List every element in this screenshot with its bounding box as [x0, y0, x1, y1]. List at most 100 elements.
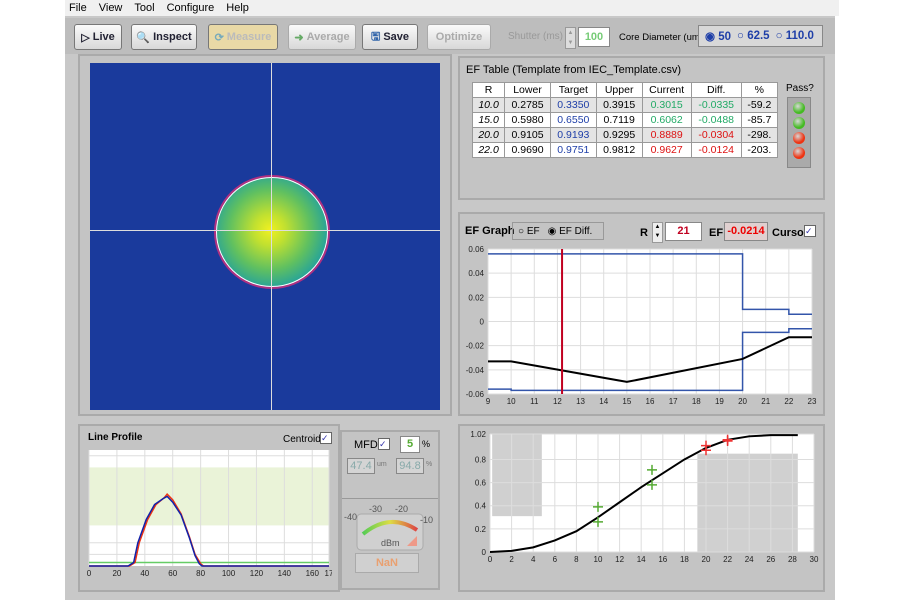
power-gauge: -40 -30 -20 -10 dBm — [344, 504, 433, 551]
save-icon: 🖫 — [370, 30, 381, 43]
y-tick-label: 0.02 — [468, 293, 484, 302]
ef-curve-chart[interactable]: 0 2 4 6 8 10 12 14 16 18 20 22 24 26 28 3000.20.40.60.8… — [462, 428, 820, 578]
x-tick-label: 2 — [509, 555, 514, 564]
gauge-tick: -10 — [420, 515, 433, 525]
x-tick-label: 6 — [553, 555, 558, 564]
gauge-tick: -30 — [369, 504, 382, 514]
table-cell: 0.3915 — [595, 97, 643, 113]
y-tick-label: 0.8 — [475, 455, 487, 464]
x-tick-label: 40 — [140, 569, 149, 578]
ef-diff-chart[interactable]: 9 10 11 12 13 14 15 16 17 18 19 20 21 22 23 -0.06 -0.04 -… — [462, 245, 822, 415]
inspect-button[interactable]: 🔍 Inspect — [131, 24, 197, 50]
x-tick-label: 16 — [658, 555, 667, 564]
x-tick-label: 22 — [784, 397, 793, 406]
menu-help[interactable]: Help — [226, 2, 249, 14]
x-tick-label: 80 — [196, 569, 205, 578]
core-diameter-group: ◉ 50 ○ 62.5 ○ 110.0 — [698, 25, 823, 47]
r-input[interactable]: 21 — [665, 222, 702, 241]
x-tick-label: 26 — [766, 555, 775, 564]
x-tick-label: 23 — [808, 397, 817, 406]
gauge-tick: -40 — [344, 512, 357, 522]
y-tick-label: 0.04 — [468, 269, 484, 278]
table-cell: 0.9105 — [504, 127, 551, 143]
centroid-checkbox[interactable]: ✓ — [320, 432, 332, 444]
table-cell: 15.0 — [471, 112, 506, 128]
ef-radio[interactable]: ○ EF — [518, 226, 540, 237]
table-row: 10.0 0.2785 0.3350 0.3915 0.3015 -0.0335 -59.2 — [471, 97, 779, 113]
x-tick-label: 10 — [507, 397, 516, 406]
pass-indicators — [787, 97, 811, 168]
x-tick-label: 24 — [745, 555, 754, 564]
pass-led-red — [793, 147, 805, 159]
shutter-label: Shutter (ms) — [508, 31, 564, 42]
y-tick-label: 1.02 — [470, 430, 486, 439]
mfd-percent-input[interactable]: 5 — [400, 436, 420, 453]
table-cell: 0.9690 — [504, 142, 551, 158]
divider — [342, 498, 438, 499]
core-radio-50[interactable]: ◉ 50 — [705, 29, 731, 43]
measure-button[interactable]: ⟳ Measure — [208, 24, 278, 50]
arrow-icon: ➜ — [294, 31, 304, 44]
menu-tool[interactable]: Tool — [134, 2, 154, 14]
ef-value-readout: -0.0214 — [724, 222, 768, 241]
y-tick-label: -0.04 — [466, 366, 485, 375]
ef-diff-radio[interactable]: ◉ EF Diff. — [548, 226, 593, 237]
table-cell: 0.5980 — [504, 112, 551, 128]
table-cell: 22.0 — [471, 142, 506, 158]
table-cell: 0.6062 — [641, 112, 692, 128]
menu-view[interactable]: View — [99, 2, 123, 14]
table-cell: 0.9627 — [641, 142, 692, 158]
save-button[interactable]: 🖫 Save — [362, 24, 418, 50]
line-profile-chart[interactable]: 0 20 40 60 80 100 120 140 160 17 — [86, 448, 332, 582]
core-radio-62.5[interactable]: ○ 62.5 — [737, 30, 770, 42]
x-tick-label: 140 — [278, 569, 292, 578]
average-button[interactable]: ➜ Average — [288, 24, 356, 50]
shutter-spinner[interactable]: ▲ ▼ — [565, 27, 576, 49]
y-tick-label: -0.02 — [466, 342, 485, 351]
table-cell: 20.0 — [471, 127, 506, 143]
cursor-checkbox[interactable]: ✓ — [804, 225, 816, 237]
x-tick-label: 20 — [702, 555, 711, 564]
table-cell: 0.9751 — [549, 142, 597, 158]
column-header: R — [471, 82, 506, 98]
x-tick-label: 22 — [723, 555, 732, 564]
mfd-label: MFD — [354, 439, 378, 451]
optimize-button[interactable]: Optimize — [427, 24, 491, 50]
y-tick-label: 0.2 — [475, 525, 487, 534]
crosshair-vertical — [271, 63, 272, 410]
y-tick-label: 0.4 — [475, 502, 487, 511]
mfd-energy-readout: 94.8 — [396, 458, 424, 474]
live-button[interactable]: ▷ Live — [74, 24, 122, 50]
power-readout: NaN — [355, 553, 419, 573]
save-label: Save — [383, 31, 410, 43]
menu-file[interactable]: File — [69, 2, 87, 14]
mfd-percent-unit: % — [422, 439, 431, 449]
x-tick-label: 160 — [306, 569, 320, 578]
y-tick-label: 0 — [482, 548, 487, 557]
y-tick-label: 0 — [480, 318, 485, 327]
shutter-input[interactable]: 100 — [578, 27, 610, 47]
column-header: Current — [641, 82, 692, 98]
x-tick-label: 13 — [576, 397, 585, 406]
x-tick-label: 20 — [738, 397, 747, 406]
x-tick-label: 15 — [622, 397, 631, 406]
beam-image[interactable] — [90, 63, 440, 410]
measure-label: Measure — [226, 31, 272, 43]
x-tick-label: 16 — [646, 397, 655, 406]
x-tick-label: 0 — [488, 555, 493, 564]
core-diameter-label: Core Diameter (um) — [619, 32, 703, 43]
y-tick-label: 0.06 — [468, 245, 484, 254]
r-spinner[interactable]: ▲ ▼ — [652, 222, 663, 243]
ef-graph-title: EF Graph — [465, 225, 515, 237]
menu-configure[interactable]: Configure — [167, 2, 215, 14]
table-cell: 0.6550 — [549, 112, 597, 128]
x-tick-label: 21 — [761, 397, 770, 406]
table-row: 15.0 0.5980 0.6550 0.7119 0.6062 -0.0488 -85.7 — [471, 112, 779, 128]
table-row: 20.0 0.9105 0.9193 0.9295 0.8889 -0.0304 -298. — [471, 127, 779, 143]
ef-table-title: EF Table (Template from IEC_Template.csv… — [466, 64, 681, 76]
x-tick-label: 19 — [715, 397, 724, 406]
core-radio-110[interactable]: ○ 110.0 — [776, 30, 814, 42]
mfd-checkbox[interactable]: ✓ — [378, 438, 390, 450]
table-cell: -0.0124 — [690, 142, 742, 158]
x-tick-label: 30 — [810, 555, 819, 564]
